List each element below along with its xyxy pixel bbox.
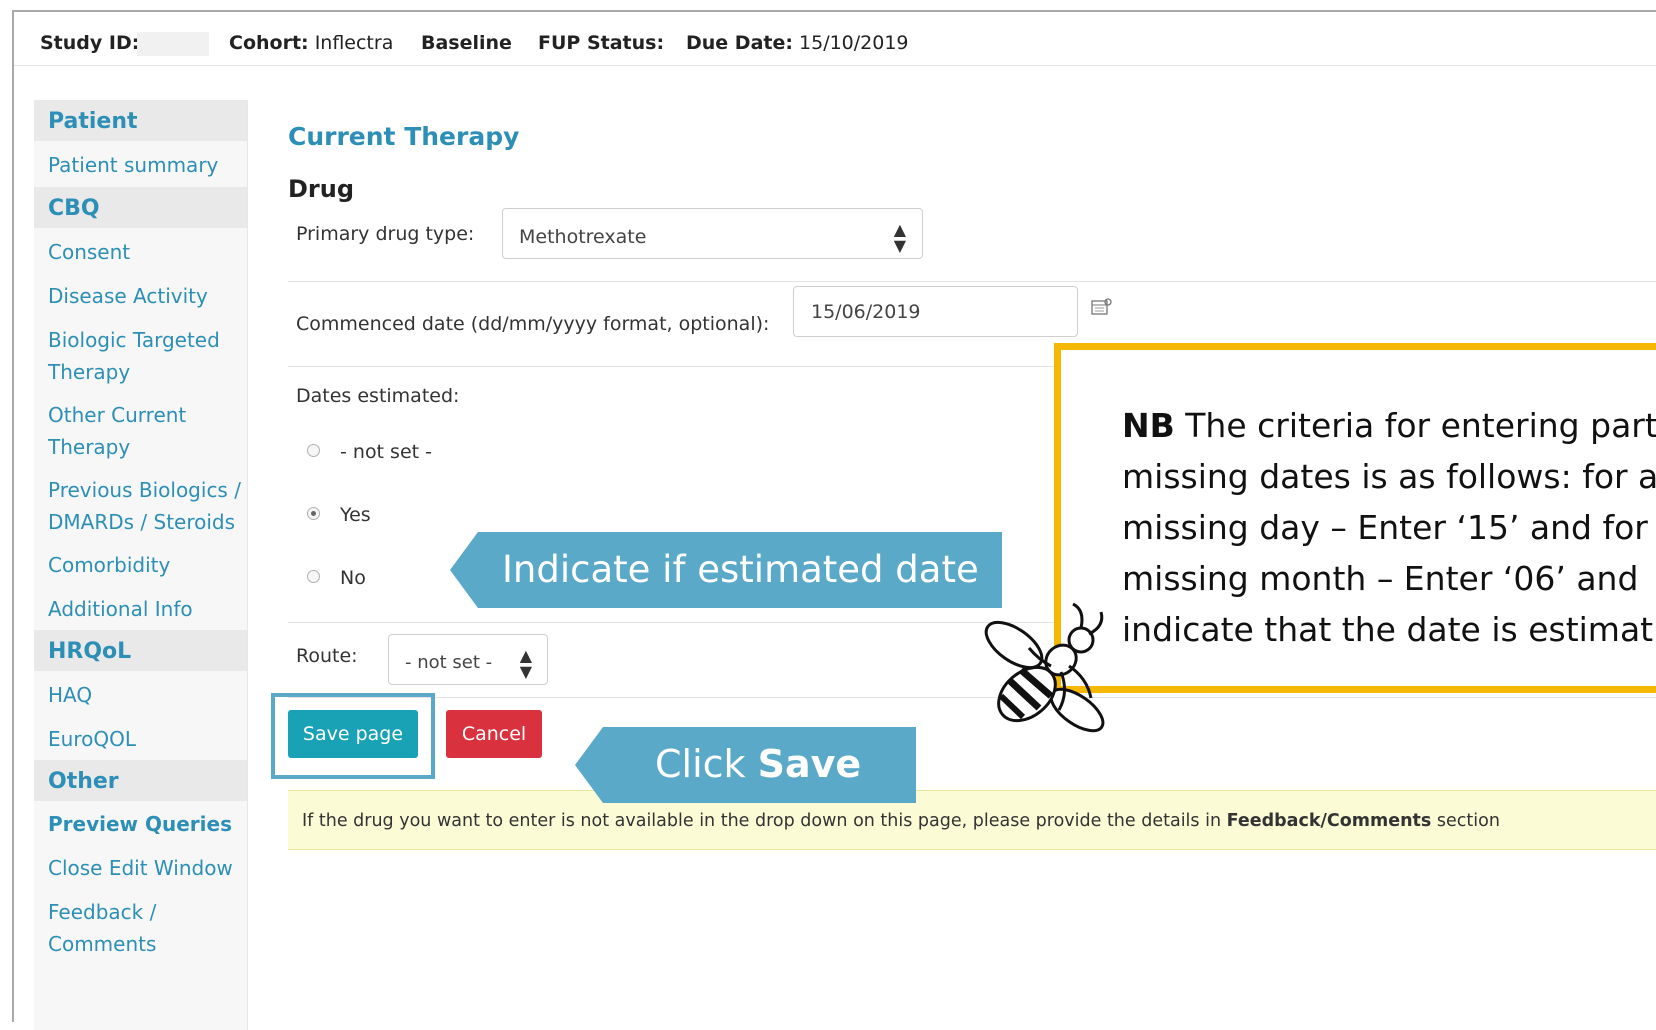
sidebar-item-label: Therapy xyxy=(48,435,131,459)
page-title: Current Therapy xyxy=(288,122,520,151)
primary-drug-value: Methotrexate xyxy=(519,226,647,248)
calendar-icon[interactable] xyxy=(1091,297,1113,321)
commenced-date-value: 15/06/2019 xyxy=(811,301,921,323)
save-callout-text: Click Save xyxy=(655,742,862,786)
baseline-label: Baseline xyxy=(421,32,512,54)
sidebar-item-label: Comments xyxy=(48,932,157,956)
nb-line: NB The criteria for entering part xyxy=(1122,406,1656,445)
divider xyxy=(288,281,1656,282)
estimate-callout-text: Indicate if estimated date xyxy=(502,548,979,591)
sidebar-item-label: Other Current xyxy=(48,403,187,427)
nb-note-text: NB The criteria for entering part missin… xyxy=(1122,400,1656,655)
sidebar-heading-other: Other xyxy=(34,760,247,801)
sidebar-item-comorbidity[interactable]: Comorbidity xyxy=(48,549,243,581)
sidebar-item-previous-biologics[interactable]: Previous Biologics / DMARDs / Steroids xyxy=(48,474,243,538)
cohort: Cohort: Inflectra xyxy=(229,32,394,54)
nb-line: missing day – Enter ‘15’ and for xyxy=(1122,508,1648,547)
study-id-value xyxy=(137,32,209,56)
sidebar-item-label: Therapy xyxy=(48,360,131,384)
sidebar-item-label: Previous Biologics / xyxy=(48,478,241,502)
radio-label-not-set: - not set - xyxy=(340,441,432,463)
sidebar-heading-cbq: CBQ xyxy=(34,187,247,228)
sidebar-heading-patient: Patient xyxy=(34,100,247,141)
callout-pointer xyxy=(575,727,603,803)
sidebar-item-biologic-targeted-therapy[interactable]: Biologic Targeted Therapy xyxy=(48,324,243,388)
app-window: Study ID: Cohort: Inflectra Baseline FUP… xyxy=(12,10,1656,1030)
route-select[interactable]: - not set - ▲ ▼ xyxy=(388,634,548,685)
callout-pointer xyxy=(450,532,478,608)
radio-label-yes: Yes xyxy=(340,504,371,526)
study-id-label: Study ID: xyxy=(40,32,140,54)
save-button[interactable]: Save page xyxy=(288,710,418,758)
fup-status: FUP Status: xyxy=(538,32,665,54)
sidebar-item-patient-summary[interactable]: Patient summary xyxy=(48,149,243,181)
route-value: - not set - xyxy=(405,652,493,673)
nb-line: missing month – Enter ‘06’ and xyxy=(1122,559,1639,598)
sidebar-nav: Patient Patient summary CBQ Consent Dise… xyxy=(34,100,248,1030)
sidebar-item-label: Feedback / xyxy=(48,900,157,924)
estimate-callout: Indicate if estimated date xyxy=(450,532,1002,608)
cancel-button[interactable]: Cancel xyxy=(446,710,542,758)
sidebar-item-label: Biologic Targeted xyxy=(48,328,220,352)
sidebar-item-label: DMARDs / Steroids xyxy=(48,510,236,534)
due-date: Due Date: 15/10/2019 xyxy=(686,32,909,54)
primary-drug-select[interactable]: Methotrexate ▲ ▼ xyxy=(502,208,923,259)
sidebar-item-haq[interactable]: HAQ xyxy=(48,679,243,711)
nb-line: missing dates is as follows: for a xyxy=(1122,457,1656,496)
sort-arrows-icon: ▲ ▼ xyxy=(519,646,532,681)
sidebar-item-feedback[interactable]: Feedback / Comments xyxy=(48,896,243,960)
sidebar-item-other-current-therapy[interactable]: Other Current Therapy xyxy=(48,399,243,463)
sidebar-item-close-edit-window[interactable]: Close Edit Window xyxy=(48,852,243,884)
study-header: Study ID: Cohort: Inflectra Baseline FUP… xyxy=(14,12,1656,66)
dates-estimated-label: Dates estimated: xyxy=(296,385,460,407)
radio-not-set[interactable] xyxy=(307,444,320,457)
commenced-date-label: Commenced date (dd/mm/yyyy format, optio… xyxy=(296,313,770,335)
primary-drug-label: Primary drug type: xyxy=(296,223,475,245)
sidebar-item-preview-queries[interactable]: Preview Queries xyxy=(48,808,243,840)
bee-icon xyxy=(984,602,1105,733)
feedback-comments-link: Feedback/Comments xyxy=(1226,811,1432,831)
sidebar-heading-hrqol: HRQoL xyxy=(34,630,247,671)
drug-not-available-notice: If the drug you want to enter is not ava… xyxy=(288,790,1656,850)
sidebar-item-additional-info[interactable]: Additional Info xyxy=(48,593,243,625)
radio-yes[interactable] xyxy=(307,507,320,520)
sidebar-item-euroqol[interactable]: EuroQOL xyxy=(48,723,243,755)
radio-label-no: No xyxy=(340,567,366,589)
section-heading: Drug xyxy=(288,175,355,203)
route-label: Route: xyxy=(296,645,358,667)
radio-no[interactable] xyxy=(307,570,320,583)
nb-line: indicate that the date is estimat xyxy=(1122,610,1654,649)
sidebar-item-disease-activity[interactable]: Disease Activity xyxy=(48,280,243,312)
sort-arrows-icon: ▲ ▼ xyxy=(893,220,906,255)
commenced-date-input[interactable]: 15/06/2019 xyxy=(793,286,1078,337)
sidebar-item-consent[interactable]: Consent xyxy=(48,236,243,268)
save-callout: Click Save xyxy=(575,727,916,803)
